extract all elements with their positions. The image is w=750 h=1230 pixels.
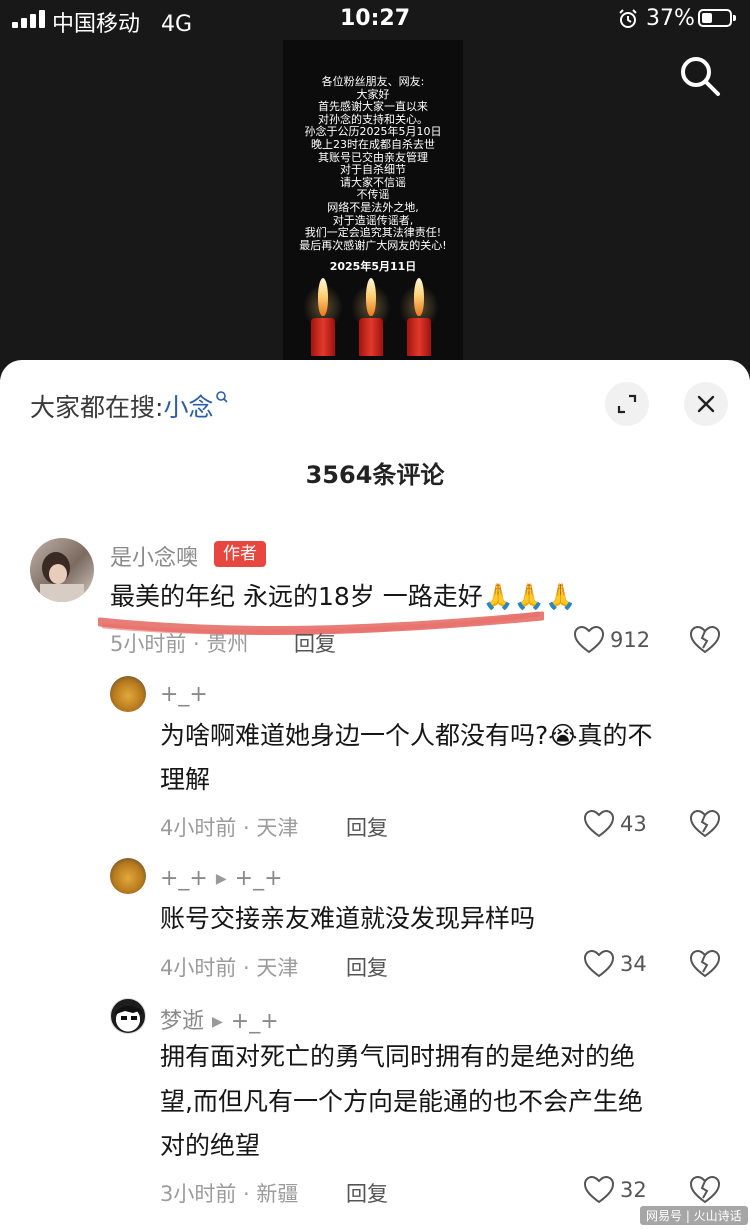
notice-line: 网络不是法外之地, <box>327 200 419 214</box>
like-count: 32 <box>620 1178 647 1202</box>
reply-button[interactable]: 回复 <box>346 952 388 982</box>
trending-search[interactable]: 大家都在搜:小念 <box>30 388 229 424</box>
candle-icon <box>303 272 343 356</box>
battery-icon <box>698 9 736 27</box>
comment-author-name[interactable]: 梦逝 ▶ +_+ <box>160 1003 279 1035</box>
dislike-icon[interactable] <box>690 810 720 838</box>
status-bar: 中国移动 4G 10:27 37% <box>0 0 750 38</box>
comment-meta: 3小时前 · 新疆 <box>160 1182 299 1206</box>
dislike-icon[interactable] <box>690 950 720 978</box>
avatar[interactable] <box>110 676 146 712</box>
search-icon <box>216 391 229 403</box>
comment-author-name[interactable]: +_+ <box>160 682 208 707</box>
heart-icon[interactable] <box>584 950 614 978</box>
video-area[interactable]: 中国移动 4G 10:27 37% 各位粉丝朋友、网友: 大家好 首先感谢大家一直以… <box>0 0 750 380</box>
comment-meta: 4小时前 · 天津 <box>160 956 299 980</box>
notice-line: 我们一定会追究其法律责任! <box>304 226 442 240</box>
battery-percent: 37% <box>646 6 695 31</box>
candle-icon <box>399 272 439 356</box>
dislike-icon[interactable] <box>690 626 720 654</box>
notice-line: 首先感谢大家一直以来 <box>318 100 428 114</box>
comment-meta: 5小时前 · 贵州 <box>110 632 249 656</box>
comment-text: 拥有面对死亡的勇气同时拥有的是绝对的绝 <box>160 1042 636 1071</box>
search-icon[interactable] <box>678 54 722 98</box>
avatar[interactable] <box>110 858 146 894</box>
notice-line: 最后再次感谢广大网友的关心! <box>299 238 447 252</box>
reply-to-name[interactable]: +_+ <box>231 1009 279 1034</box>
dislike-icon[interactable] <box>690 1176 720 1204</box>
heart-icon[interactable] <box>584 810 614 838</box>
comment-text-continued: 理解 <box>160 765 211 794</box>
avatar-photo <box>40 552 84 602</box>
comment-text: 为啥啊难道她身边一个人都没有吗?😭真的不 <box>160 721 653 750</box>
notice-text: 各位粉丝朋友、网友: 大家好 首先感谢大家一直以来 对孙念的支持和关心。 孙念于公历20… <box>283 75 463 252</box>
reply-arrow-icon: ▶ <box>215 871 227 887</box>
heart-icon[interactable] <box>574 626 604 654</box>
comment-meta: 4小时前 · 天津 <box>160 816 299 840</box>
comment-author-name[interactable]: +_+ ▶ +_+ <box>160 866 283 891</box>
like-count: 912 <box>610 628 651 652</box>
author-badge: 作者 <box>214 541 266 567</box>
expand-icon <box>617 394 637 414</box>
comment-count: 3564条评论 <box>305 461 445 489</box>
comment-text-continued: 对的绝望 <box>160 1131 261 1160</box>
trending-keyword[interactable]: 小念 <box>163 393 213 422</box>
candle-icon <box>351 272 391 356</box>
comment-text-continued: 望,而但凡有一个方向是能通的也不会产生绝 <box>160 1087 643 1116</box>
avatar[interactable] <box>30 538 94 602</box>
reply-arrow-icon: ▶ <box>212 1014 223 1030</box>
avatar[interactable] <box>110 998 146 1034</box>
comment-text: 账号交接亲友难道就没发现异样吗 <box>160 904 536 933</box>
trending-label: 大家都在搜: <box>30 393 164 422</box>
comment-author-name-text: +_+ <box>160 866 208 891</box>
notice-line: 各位粉丝朋友、网友: <box>321 75 425 88</box>
close-button[interactable] <box>684 382 728 426</box>
reply-button[interactable]: 回复 <box>294 628 336 658</box>
expand-button[interactable] <box>605 382 649 426</box>
reply-button[interactable]: 回复 <box>346 812 388 842</box>
memorial-notice-image: 各位粉丝朋友、网友: 大家好 首先感谢大家一直以来 对孙念的支持和关心。 孙念于公历20… <box>283 40 463 360</box>
reply-button[interactable]: 回复 <box>346 1178 388 1208</box>
like-count: 34 <box>620 952 647 976</box>
comment-author-name[interactable]: 是小念噢 <box>110 540 198 572</box>
notice-line: 晚上23时在成都自杀去世 <box>311 137 435 151</box>
heart-icon[interactable] <box>584 1176 614 1204</box>
close-icon <box>697 395 715 413</box>
watermark: 网易号 | 火山诗话 <box>640 1206 748 1225</box>
reply-to-name[interactable]: +_+ <box>235 866 283 891</box>
like-count: 43 <box>620 812 647 836</box>
alarm-icon <box>619 9 637 28</box>
notice-line: 对于自杀细节 <box>340 163 406 177</box>
comment-author-name-text: 梦逝 <box>160 1009 205 1034</box>
